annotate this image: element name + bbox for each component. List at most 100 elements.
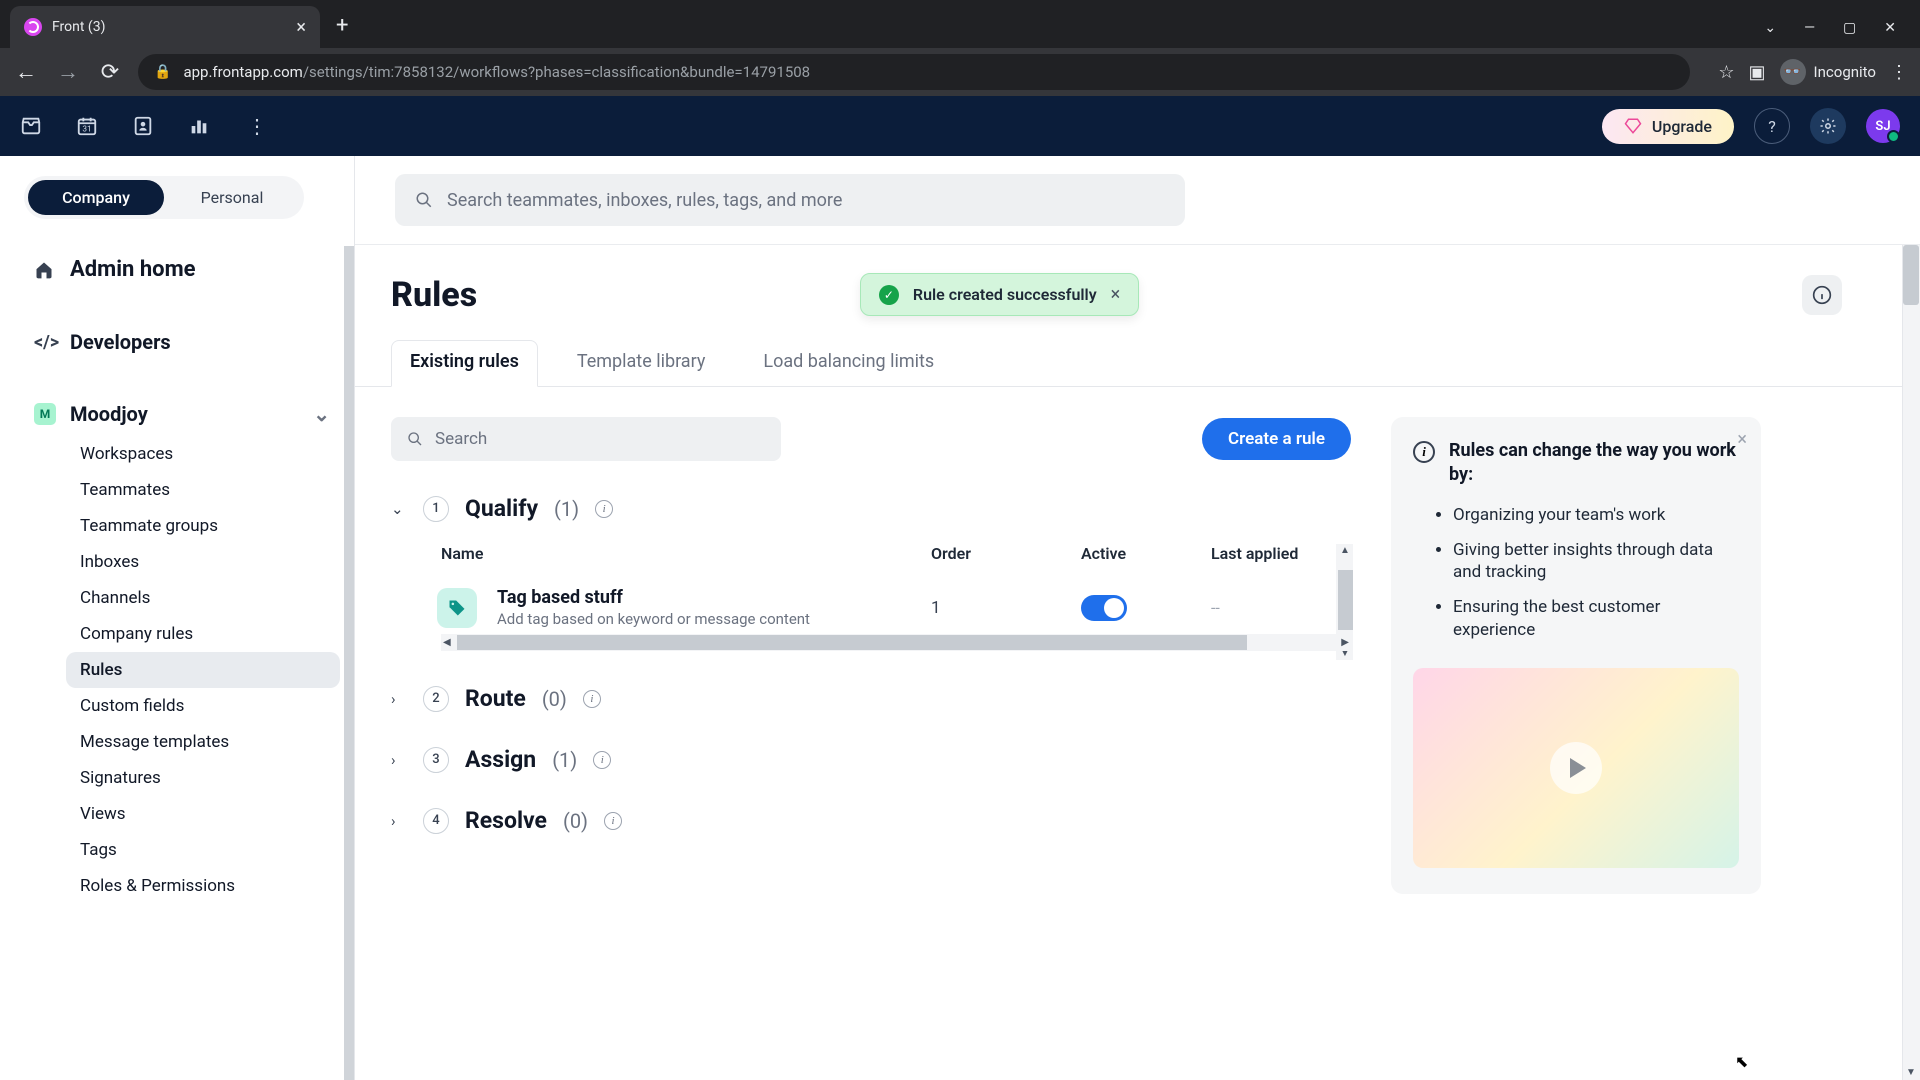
scope-company[interactable]: Company bbox=[28, 180, 164, 215]
content-scrollbar-track[interactable]: ▲ ▼ bbox=[1902, 245, 1920, 1080]
home-icon bbox=[34, 260, 56, 280]
close-window-button[interactable]: ✕ bbox=[1884, 20, 1896, 36]
extensions-icon[interactable]: ▣ bbox=[1749, 62, 1766, 83]
maximize-button[interactable]: ▢ bbox=[1843, 20, 1856, 36]
phase-number: 2 bbox=[423, 686, 449, 712]
diamond-icon bbox=[1624, 117, 1642, 135]
code-icon: </> bbox=[34, 332, 56, 353]
sidebar-item-rules[interactable]: Rules bbox=[66, 652, 340, 688]
incognito-icon: 👓 bbox=[1780, 59, 1806, 85]
minimize-button[interactable]: ― bbox=[1804, 20, 1815, 36]
tab-load-balancing-limits[interactable]: Load balancing limits bbox=[744, 340, 953, 387]
search-icon bbox=[415, 191, 433, 209]
sidebar-item-teammates[interactable]: Teammates bbox=[66, 472, 340, 508]
browser-tab-strip: Front (3) × + ⌄ ― ▢ ✕ bbox=[0, 0, 1920, 48]
active-toggle[interactable] bbox=[1081, 595, 1127, 621]
sidebar-item-inboxes[interactable]: Inboxes bbox=[66, 544, 340, 580]
scope-personal[interactable]: Personal bbox=[164, 180, 300, 215]
sidebar-scrollbar-thumb[interactable] bbox=[344, 416, 354, 676]
sidebar-item-tags[interactable]: Tags bbox=[66, 832, 340, 868]
dismiss-toast-button[interactable]: × bbox=[1111, 284, 1121, 305]
phase-header-resolve[interactable]: ›4Resolve(0)i bbox=[391, 807, 1351, 834]
sidebar-item-company-rules[interactable]: Company rules bbox=[66, 616, 340, 652]
workspace-badge: M bbox=[34, 403, 56, 425]
tab-favicon bbox=[24, 18, 42, 36]
sidebar-workspace[interactable]: M Moodjoy ⌄ bbox=[24, 392, 340, 436]
user-avatar[interactable]: SJ bbox=[1866, 109, 1900, 143]
reload-button[interactable]: ⟳ bbox=[96, 60, 124, 85]
help-button[interactable]: ? bbox=[1754, 108, 1790, 144]
sidebar-developers[interactable]: </> Developers bbox=[24, 320, 340, 364]
url-input[interactable]: 🔒 app.frontapp.com/settings/tim:7858132/… bbox=[138, 54, 1690, 90]
table-hscroll-thumb[interactable] bbox=[457, 635, 1247, 650]
tab-template-library[interactable]: Template library bbox=[558, 340, 725, 387]
forward-button[interactable]: → bbox=[54, 59, 82, 85]
settings-sidebar: Company Personal Admin home </> Develope… bbox=[0, 156, 355, 1080]
inbox-icon[interactable] bbox=[20, 115, 46, 137]
chevron-down-icon: ⌄ bbox=[313, 402, 330, 426]
browser-tab[interactable]: Front (3) × bbox=[10, 6, 320, 48]
sidebar-item-roles-permissions[interactable]: Roles & Permissions bbox=[66, 868, 340, 904]
phase-number: 4 bbox=[423, 808, 449, 834]
bookmark-icon[interactable]: ☆ bbox=[1718, 62, 1734, 83]
calendar-icon[interactable]: 31 bbox=[76, 115, 102, 137]
analytics-icon[interactable] bbox=[188, 115, 214, 137]
svg-text:31: 31 bbox=[82, 125, 91, 135]
phase-info-icon[interactable]: i bbox=[604, 812, 622, 830]
info-bullet: Ensuring the best customer experience bbox=[1453, 596, 1739, 642]
more-icon[interactable]: ⋮ bbox=[244, 114, 270, 138]
settings-button[interactable] bbox=[1810, 108, 1846, 144]
phase-header-assign[interactable]: ›3Assign(1)i bbox=[391, 746, 1351, 773]
sidebar-admin-home[interactable]: Admin home bbox=[24, 247, 340, 292]
contacts-icon[interactable] bbox=[132, 115, 158, 137]
back-button[interactable]: ← bbox=[12, 59, 40, 85]
phase-number: 1 bbox=[423, 496, 449, 522]
info-bullet: Organizing your team's work bbox=[1453, 504, 1739, 527]
info-bullet: Giving better insights through data and … bbox=[1453, 539, 1739, 585]
tab-search-icon[interactable]: ⌄ bbox=[1764, 20, 1776, 36]
sidebar-item-teammate-groups[interactable]: Teammate groups bbox=[66, 508, 340, 544]
tag-icon bbox=[437, 588, 477, 628]
page-info-button[interactable] bbox=[1802, 275, 1842, 315]
phase-number: 3 bbox=[423, 747, 449, 773]
sidebar-item-custom-fields[interactable]: Custom fields bbox=[66, 688, 340, 724]
sidebar-item-views[interactable]: Views bbox=[66, 796, 340, 832]
new-tab-button[interactable]: + bbox=[336, 13, 348, 38]
close-info-panel-button[interactable]: × bbox=[1737, 429, 1747, 450]
rule-row[interactable]: Tag based stuffAdd tag based on keyword … bbox=[441, 577, 1351, 628]
close-tab-icon[interactable]: × bbox=[296, 17, 306, 38]
sidebar-item-signatures[interactable]: Signatures bbox=[66, 760, 340, 796]
scope-toggle: Company Personal bbox=[24, 176, 304, 219]
rules-search[interactable]: Search bbox=[391, 417, 781, 461]
window-controls: ⌄ ― ▢ ✕ bbox=[1764, 20, 1920, 48]
scroll-down-icon[interactable]: ▼ bbox=[1904, 1067, 1918, 1078]
info-icon: i bbox=[1413, 441, 1435, 463]
phase-header-qualify[interactable]: ⌄1Qualify(1)i bbox=[391, 495, 1351, 522]
content-scrollbar-thumb[interactable] bbox=[1903, 245, 1919, 305]
create-rule-button[interactable]: Create a rule bbox=[1202, 418, 1351, 460]
phase-header-route[interactable]: ›2Route(0)i bbox=[391, 685, 1351, 712]
lock-icon: 🔒 bbox=[154, 64, 171, 80]
sidebar-item-workspaces[interactable]: Workspaces bbox=[66, 436, 340, 472]
sidebar-item-channels[interactable]: Channels bbox=[66, 580, 340, 616]
play-icon bbox=[1550, 742, 1602, 794]
table-hscroll[interactable]: ◀▶ bbox=[441, 634, 1351, 651]
global-search[interactable]: Search teammates, inboxes, rules, tags, … bbox=[395, 174, 1185, 226]
info-video-thumbnail[interactable] bbox=[1413, 668, 1739, 868]
table-vscroll-thumb[interactable] bbox=[1338, 570, 1353, 630]
browser-menu-icon[interactable]: ⋮ bbox=[1890, 62, 1908, 83]
main-content: Search teammates, inboxes, rules, tags, … bbox=[355, 156, 1920, 1080]
phase-info-icon[interactable]: i bbox=[593, 751, 611, 769]
incognito-indicator: 👓 Incognito bbox=[1780, 59, 1876, 85]
url-text: app.frontapp.com/settings/tim:7858132/wo… bbox=[183, 63, 810, 81]
success-toast: ✓ Rule created successfully × bbox=[860, 273, 1139, 316]
app-header: 31 ⋮ Upgrade ? SJ bbox=[0, 96, 1920, 156]
phase-info-icon[interactable]: i bbox=[583, 690, 601, 708]
info-panel: × i Rules can change the way you work by… bbox=[1391, 417, 1761, 894]
rules-tabs: Existing rules Template library Load balan… bbox=[355, 340, 1902, 387]
upgrade-button[interactable]: Upgrade bbox=[1602, 109, 1734, 144]
tab-existing-rules[interactable]: Existing rules bbox=[391, 340, 538, 387]
phase-info-icon[interactable]: i bbox=[595, 500, 613, 518]
table-header: NameOrderActiveLast applied bbox=[441, 544, 1351, 577]
sidebar-item-message-templates[interactable]: Message templates bbox=[66, 724, 340, 760]
